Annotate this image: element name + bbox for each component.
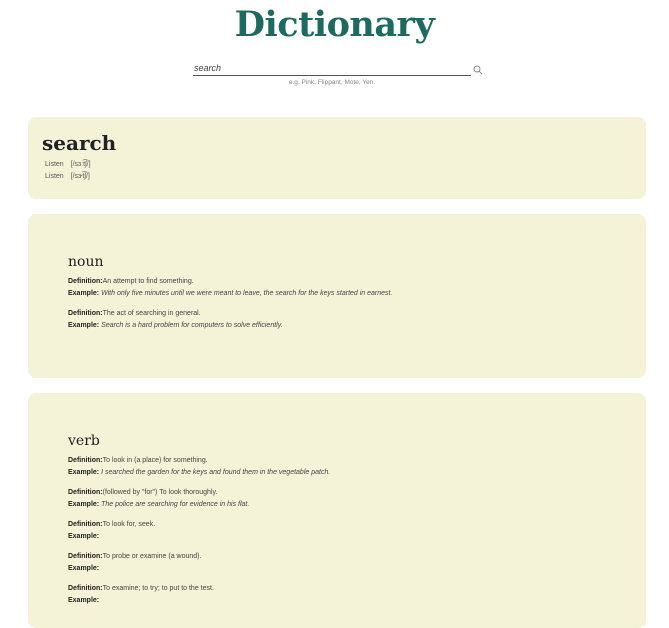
example-text: The police are searching for evidence in… <box>101 501 250 508</box>
definition-text: An attempt to find something. <box>102 278 194 285</box>
word-card: search Listen [/sɜːt͡ʃ/] Listen [/sɝt͡ʃ/… <box>28 117 646 199</box>
example-label: Example: <box>68 290 100 297</box>
definition-text: To examine; to try; to put to the test. <box>102 585 214 592</box>
phonetic-row: Listen [/sɝt͡ʃ/] <box>45 171 646 183</box>
example-label: Example: <box>68 533 100 540</box>
example-text: With only five minutes until we were mea… <box>101 290 393 297</box>
definition-text: To probe or examine (a wound). <box>102 553 202 560</box>
example-label: Example: <box>68 597 100 604</box>
example-label: Example: <box>68 322 100 329</box>
search-hint: e.g. Pink, Flippant, Mote, Yen. <box>288 79 376 86</box>
definition-item: Definition:To look for, seek. Example: <box>68 519 646 543</box>
definition-item: Definition:To look in (a place) for some… <box>68 455 646 479</box>
search-input[interactable] <box>193 61 472 76</box>
entry-word: search <box>42 131 117 155</box>
definition-item: Definition:An attempt to find something.… <box>68 276 646 300</box>
listen-link[interactable]: Listen <box>45 161 64 168</box>
definition-text: The act of searching in general. <box>102 310 201 317</box>
definition-label: Definition: <box>68 585 103 592</box>
example-label: Example: <box>68 469 100 476</box>
definition-text: To look in (a place) for something. <box>102 457 208 464</box>
definition-item: Definition:(followed by "for") To look t… <box>68 487 646 511</box>
example-text: I searched the garden for the keys and f… <box>101 469 331 476</box>
part-of-speech: noun <box>68 254 104 270</box>
listen-link[interactable]: Listen <box>45 173 64 180</box>
search-row <box>193 61 483 76</box>
search-bar: e.g. Pink, Flippant, Mote, Yen. <box>193 61 483 86</box>
definition-label: Definition: <box>68 278 103 285</box>
definition-text: (followed by "for") To look thoroughly. <box>102 489 218 496</box>
definition-item: Definition:The act of searching in gener… <box>68 308 646 332</box>
definition-label: Definition: <box>68 521 103 528</box>
example-label: Example: <box>68 501 100 508</box>
phonetic-text: [/sɜːt͡ʃ/] <box>70 161 91 168</box>
definition-text: To look for, seek. <box>102 521 156 528</box>
phonetic-row: Listen [/sɜːt͡ʃ/] <box>45 159 646 171</box>
definition-item: Definition:To examine; to try; to put to… <box>68 583 646 607</box>
example-text: Search is a hard problem for computers t… <box>101 322 283 329</box>
definition-label: Definition: <box>68 457 103 464</box>
phonetic-text: [/sɝt͡ʃ/] <box>70 173 90 180</box>
part-of-speech: verb <box>68 433 100 449</box>
definition-label: Definition: <box>68 553 103 560</box>
meaning-card-noun: noun Definition:An attempt to find somet… <box>28 214 646 378</box>
page-title: Dictionary <box>234 4 435 45</box>
definition-label: Definition: <box>68 310 103 317</box>
meaning-card-verb: verb Definition:To look in (a place) for… <box>28 393 646 628</box>
search-icon[interactable] <box>473 65 483 75</box>
example-label: Example: <box>68 565 100 572</box>
definition-label: Definition: <box>68 489 103 496</box>
definition-item: Definition:To probe or examine (a wound)… <box>68 551 646 575</box>
